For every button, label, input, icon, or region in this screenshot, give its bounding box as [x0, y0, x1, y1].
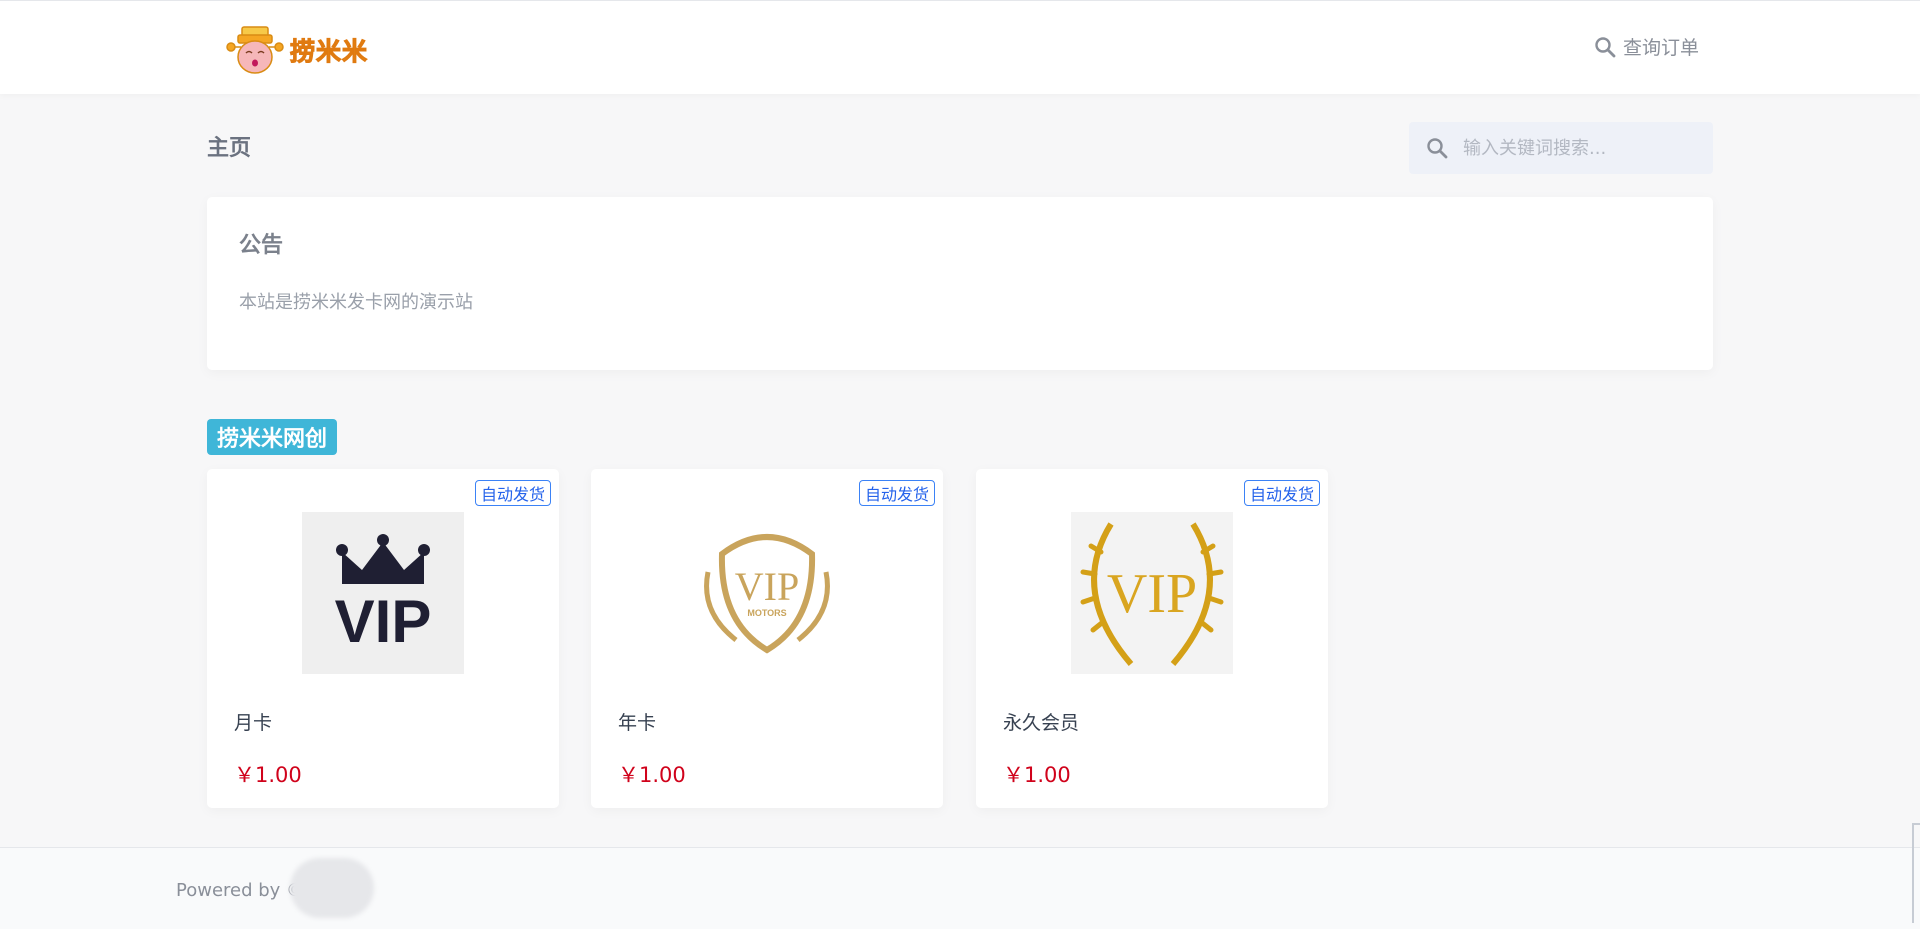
- search-icon: [1595, 36, 1616, 57]
- auto-delivery-badge: 自动发货: [858, 480, 935, 506]
- product-card-monthly[interactable]: 自动发货 VIP 月卡 ￥1.00: [207, 469, 559, 808]
- search-box: [1409, 122, 1713, 174]
- product-image: VIP: [1071, 512, 1233, 674]
- search-input[interactable]: [1463, 137, 1703, 159]
- product-name: 月卡: [234, 712, 273, 734]
- product-name: 永久会员: [1003, 712, 1080, 734]
- product-price: ￥1.00: [1003, 763, 1071, 787]
- redacted-blur: [290, 858, 374, 918]
- mascot-icon: [226, 26, 284, 74]
- svg-text:VIP: VIP: [335, 588, 432, 655]
- page-title: 主页: [207, 136, 252, 161]
- product-name: 年卡: [618, 712, 657, 734]
- product-price: ￥1.00: [234, 763, 302, 787]
- product-image: VIP MOTORS: [686, 512, 848, 674]
- search-icon: [1427, 138, 1448, 159]
- product-price: ￥1.00: [618, 763, 686, 787]
- product-image: VIP: [302, 512, 464, 674]
- svg-text:MOTORS: MOTORS: [747, 608, 786, 618]
- footer: Powered by © 卡.: [0, 847, 1920, 929]
- auto-delivery-badge: 自动发货: [1243, 480, 1320, 506]
- vip-laurel-icon: VIP: [1071, 512, 1233, 674]
- notice-title: 公告: [239, 233, 284, 258]
- side-widget-edge[interactable]: [1912, 823, 1920, 923]
- product-card-yearly[interactable]: 自动发货 VIP MOTORS 年卡 ￥1.00: [591, 469, 943, 808]
- product-card-lifetime[interactable]: 自动发货 VIP 永久会员 ￥1.00: [976, 469, 1328, 808]
- auto-delivery-badge: 自动发货: [474, 480, 551, 506]
- svg-text:VIP: VIP: [1107, 563, 1197, 625]
- query-order-link[interactable]: 查询订单: [1593, 33, 1699, 60]
- logo-text: 捞米米: [289, 37, 369, 67]
- query-order-label: 查询订单: [1622, 37, 1699, 59]
- notice-text: 本站是捞米米发卡网的演示站: [239, 292, 473, 313]
- category-tag[interactable]: 捞米米网创: [207, 419, 338, 455]
- notice-card: 公告 本站是捞米米发卡网的演示站: [207, 197, 1713, 370]
- svg-text:VIP: VIP: [735, 564, 799, 609]
- vip-shield-icon: VIP MOTORS: [704, 534, 830, 654]
- site-logo[interactable]: 捞米米: [226, 25, 368, 75]
- top-navbar: 捞米米 查询订单: [0, 0, 1920, 94]
- vip-crown-icon: VIP: [302, 512, 464, 674]
